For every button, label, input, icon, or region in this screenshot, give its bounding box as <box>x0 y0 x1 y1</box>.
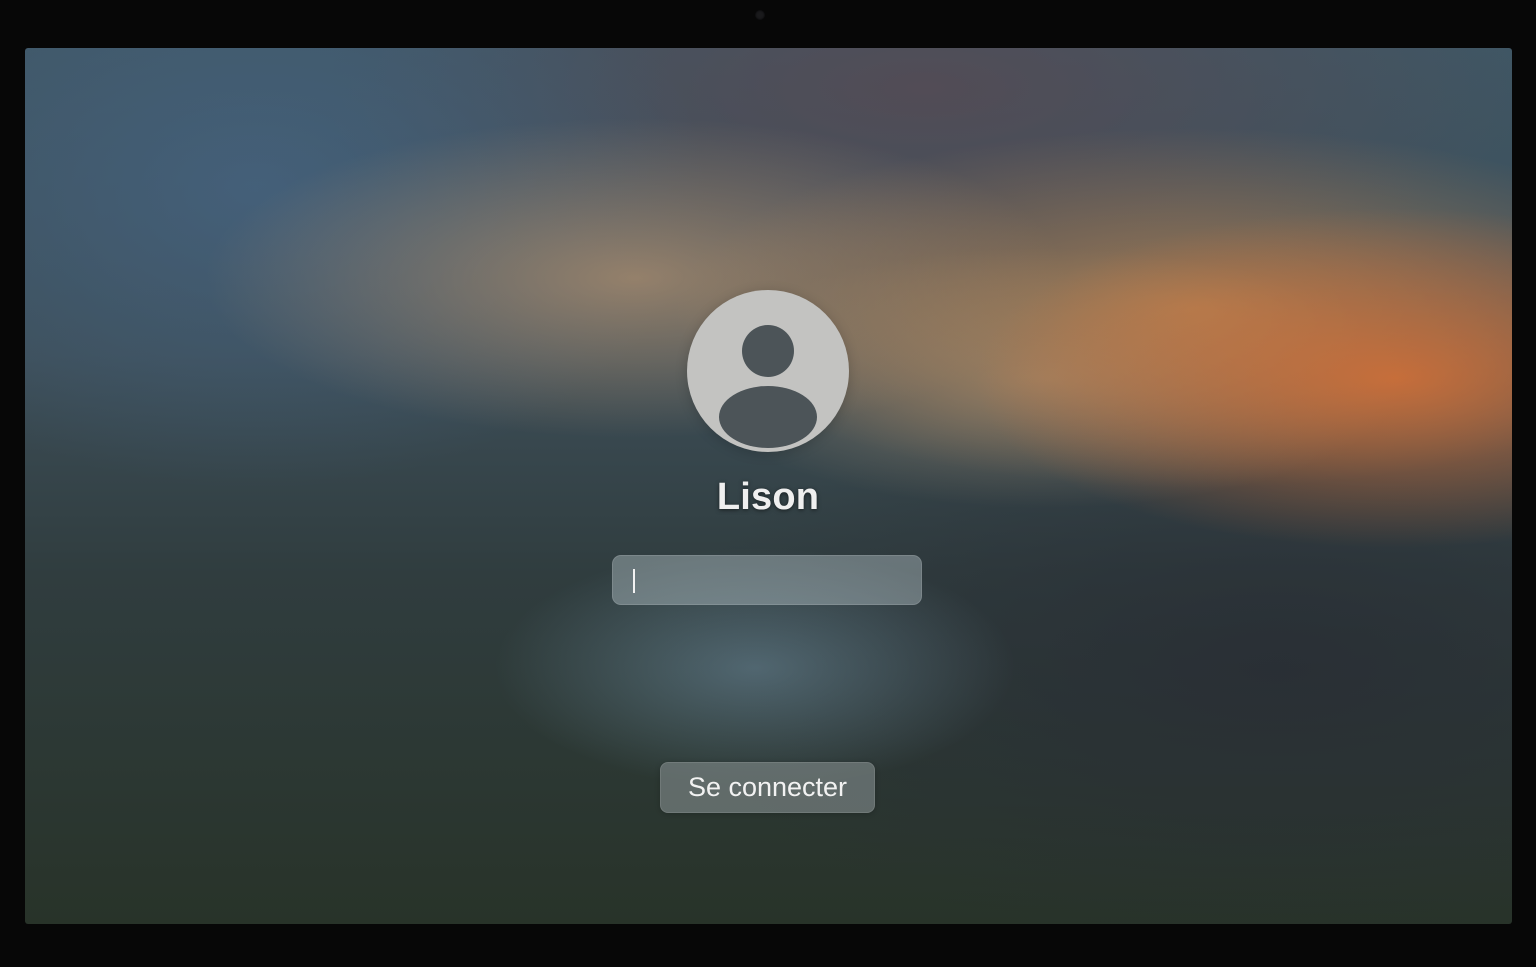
password-field[interactable] <box>612 555 922 605</box>
user-avatar <box>687 290 849 452</box>
user-name: Lison <box>716 476 820 518</box>
user-silhouette-icon <box>719 325 817 448</box>
camera-dot <box>755 10 765 20</box>
text-cursor <box>633 569 635 593</box>
lock-screen: Lison Se connecter <box>25 48 1512 924</box>
sign-in-button[interactable]: Se connecter <box>660 762 875 813</box>
monitor-bezel: Lison Se connecter <box>0 0 1536 967</box>
